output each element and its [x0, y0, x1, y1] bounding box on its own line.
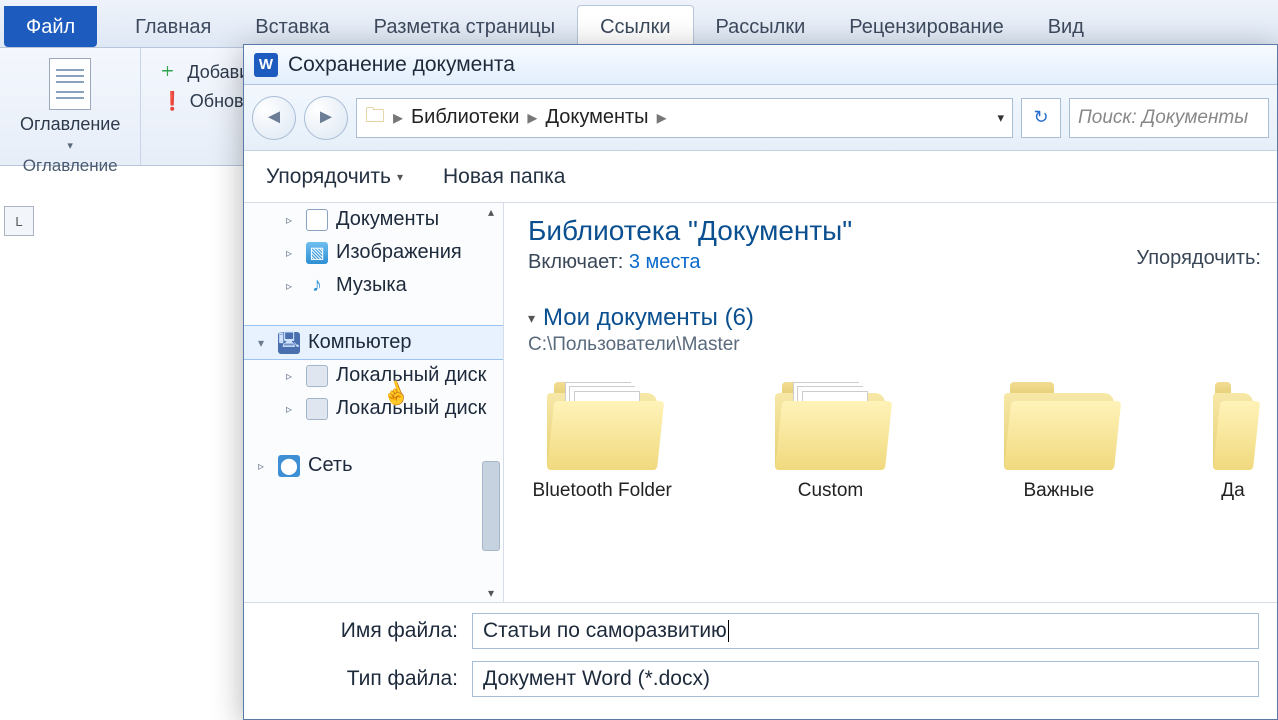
tab-mailings[interactable]: Рассылки [694, 6, 828, 47]
tree-item-music[interactable]: ▹ ♪ Музыка [244, 269, 503, 302]
dialog-titlebar[interactable]: W Сохранение документа [244, 45, 1277, 85]
computer-icon: 🖳 [278, 332, 300, 354]
search-input[interactable]: Поиск: Документы [1069, 98, 1269, 138]
tab-review[interactable]: Рецензирование [827, 6, 1025, 47]
dialog-bottom: Имя файла: Статьи по саморазвитию Тип фа… [244, 602, 1277, 719]
tree-scrollbar[interactable]: ▴ ▾ [479, 203, 503, 602]
dialog-toolbar: Упорядочить ▾ Новая папка [244, 151, 1277, 203]
filename-row: Имя файла: Статьи по саморазвитию [262, 613, 1259, 649]
dialog-navbar: ◄ ► 🗀 ▸ Библиотеки ▸ Документы ▸ ▾ ↻ Пои… [244, 85, 1277, 151]
folder-item[interactable]: Важные [985, 382, 1133, 502]
new-folder-button[interactable]: Новая папка [443, 165, 565, 189]
tree-item-drive-d[interactable]: ▹ Локальный диск [244, 392, 503, 425]
filename-input[interactable]: Статьи по саморазвитию [472, 613, 1259, 649]
music-icon: ♪ [306, 275, 328, 297]
section-header[interactable]: ▾ Мои документы (6) [528, 304, 1253, 332]
expander-icon[interactable]: ▹ [286, 213, 298, 227]
filetype-row: Тип файла: Документ Word (*.docx) [262, 661, 1259, 697]
tree-item-network[interactable]: ▹ ⬤ Сеть [244, 449, 503, 482]
toc-button[interactable]: Оглавление ▾ [14, 54, 126, 156]
breadcrumb[interactable]: 🗀 ▸ Библиотеки ▸ Документы ▸ ▾ [356, 98, 1013, 138]
ruler-corner: L [4, 206, 34, 236]
expander-icon[interactable]: ▹ [286, 246, 298, 260]
dialog-title-text: Сохранение документа [288, 53, 515, 77]
breadcrumb-item[interactable]: Документы [545, 106, 648, 129]
dialog-body: ▹ Документы ▹ ▧ Изображения ▹ ♪ Музыка ▾… [244, 203, 1277, 602]
nav-back-button[interactable]: ◄ [252, 96, 296, 140]
caret-down-icon: ▾ [528, 310, 535, 327]
expander-icon[interactable]: ▹ [286, 402, 298, 416]
tab-pagelayout[interactable]: Разметка страницы [352, 6, 577, 47]
folder-icon [1213, 382, 1253, 470]
ribbon-group-toc: Оглавление ▾ Оглавление [0, 48, 141, 165]
toc-group-label: Оглавление [23, 156, 118, 176]
folder-icon: 🗀 [365, 101, 385, 135]
section-path: C:\Пользователи\Master [528, 334, 1253, 356]
nav-tree: ▹ Документы ▹ ▧ Изображения ▹ ♪ Музыка ▾… [244, 203, 504, 602]
chevron-down-icon: ▾ [397, 170, 403, 184]
plus-doc-icon [161, 63, 181, 83]
scroll-thumb[interactable] [482, 461, 500, 551]
expander-icon[interactable]: ▹ [286, 369, 298, 383]
folder-icon [775, 382, 885, 470]
ribbon-tabs: Файл Главная Вставка Разметка страницы С… [0, 0, 1278, 48]
text-cursor [728, 620, 729, 642]
tab-file[interactable]: Файл [4, 6, 97, 47]
chevron-right-icon: ▸ [653, 105, 671, 130]
folder-item[interactable]: Custom [756, 382, 904, 502]
folder-view: Библиотека "Документы" Включает: 3 места… [504, 203, 1277, 602]
expander-icon[interactable]: ▾ [258, 336, 270, 350]
tab-references[interactable]: Ссылки [577, 5, 693, 48]
arrange-by[interactable]: Упорядочить: [1136, 247, 1261, 270]
save-dialog: W Сохранение документа ◄ ► 🗀 ▸ Библиотек… [243, 44, 1278, 720]
tree-item-computer[interactable]: ▾ 🖳 Компьютер [244, 326, 503, 359]
folder-item[interactable]: Да [1213, 382, 1253, 502]
refresh-button[interactable]: ↻ [1021, 98, 1061, 138]
expander-icon[interactable]: ▹ [286, 279, 298, 293]
folder-icon [1004, 382, 1114, 470]
scroll-down-icon[interactable]: ▾ [486, 584, 496, 602]
tab-view[interactable]: Вид [1026, 6, 1106, 47]
library-title: Библиотека "Документы" [528, 215, 1253, 247]
folder-icon [547, 382, 657, 470]
expander-icon[interactable]: ▹ [258, 459, 270, 473]
tree-item-drive-c[interactable]: ▹ Локальный диск [244, 359, 503, 392]
tab-home[interactable]: Главная [113, 6, 233, 47]
chevron-right-icon: ▸ [523, 105, 541, 130]
chevron-right-icon: ▸ [389, 105, 407, 130]
folder-item[interactable]: Bluetooth Folder [528, 382, 676, 502]
document-icon [306, 209, 328, 231]
scroll-up-icon[interactable]: ▴ [486, 203, 496, 221]
tree-item-documents[interactable]: ▹ Документы [244, 203, 503, 236]
drive-icon [306, 398, 328, 420]
filetype-select[interactable]: Документ Word (*.docx) [472, 661, 1259, 697]
filename-label: Имя файла: [262, 619, 472, 643]
filetype-label: Тип файла: [262, 667, 472, 691]
tab-insert[interactable]: Вставка [233, 6, 351, 47]
chevron-down-icon[interactable]: ▾ [997, 110, 1004, 126]
chevron-down-icon: ▾ [67, 139, 73, 152]
organize-button[interactable]: Упорядочить ▾ [266, 165, 403, 189]
exclaim-icon: ❗ [161, 91, 183, 112]
folder-grid: Bluetooth Folder Custom Важные Да [528, 382, 1253, 502]
picture-icon: ▧ [306, 242, 328, 264]
tree-item-pictures[interactable]: ▹ ▧ Изображения [244, 236, 503, 269]
includes-link[interactable]: 3 места [629, 251, 701, 273]
drive-icon [306, 365, 328, 387]
nav-forward-button[interactable]: ► [304, 96, 348, 140]
network-icon: ⬤ [278, 455, 300, 477]
toc-button-label: Оглавление [20, 114, 120, 135]
word-icon: W [254, 53, 278, 77]
toc-icon [49, 58, 91, 110]
breadcrumb-item[interactable]: Библиотеки [411, 106, 519, 129]
